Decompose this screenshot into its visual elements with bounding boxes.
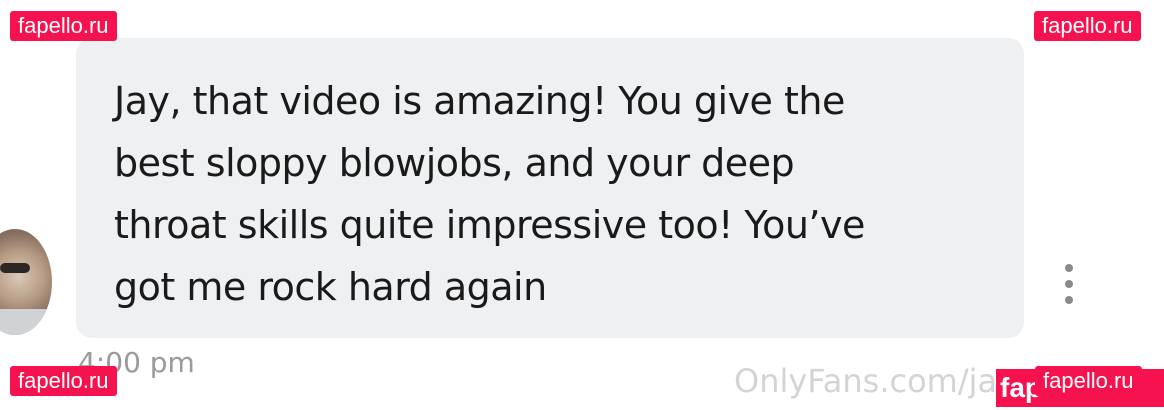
more-dot <box>1065 296 1073 304</box>
avatar-glasses-detail <box>0 263 30 273</box>
message-line: throat skills quite impressive too! You’… <box>114 203 865 247</box>
sender-avatar[interactable] <box>0 229 52 335</box>
message-text: Jay, that video is amazing! You give the… <box>114 70 988 318</box>
more-dot <box>1065 280 1073 288</box>
chat-screen: Jay, that video is amazing! You give the… <box>0 0 1164 410</box>
message-bubble[interactable]: Jay, that video is amazing! You give the… <box>76 38 1024 338</box>
message-line: got me rock hard again <box>114 265 547 309</box>
message-line: Jay, that video is amazing! You give the <box>114 79 845 123</box>
site-watermark: fapello.ru <box>10 366 117 396</box>
source-watermark: OnlyFans.com/ja <box>734 362 998 400</box>
site-watermark: fapello.ru <box>1035 366 1142 396</box>
message-line: best sloppy blowjobs, and your deep <box>114 141 795 185</box>
site-watermark: fapello.ru <box>1034 11 1141 41</box>
avatar-shirt-detail <box>0 309 52 335</box>
more-dot <box>1065 264 1073 272</box>
site-watermark: fapello.ru <box>10 11 117 41</box>
more-options-icon[interactable] <box>1058 264 1080 304</box>
